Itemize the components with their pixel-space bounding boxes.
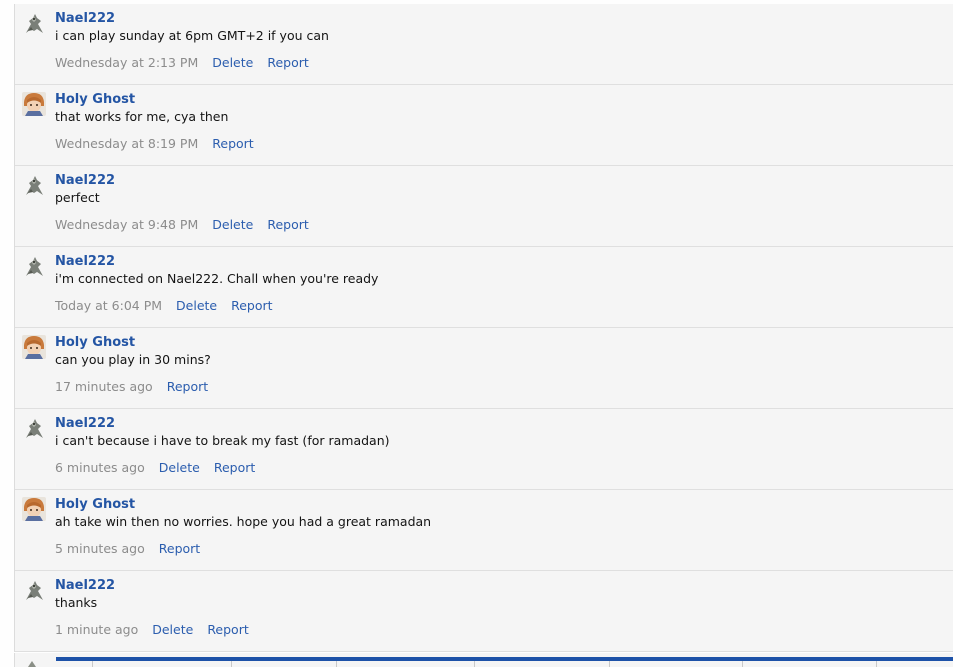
- message-text: perfect: [55, 190, 100, 205]
- message-item: Holy Ghost that works for me, cya then Wed…: [15, 85, 953, 166]
- username-link[interactable]: Nael222: [55, 11, 944, 27]
- message-timestamp[interactable]: 1 minute ago: [55, 622, 138, 637]
- message-timestamp[interactable]: 5 minutes ago: [55, 541, 145, 556]
- message-timestamp[interactable]: 17 minutes ago: [55, 379, 153, 394]
- message-timestamp[interactable]: Wednesday at 8:19 PM: [55, 136, 198, 151]
- message-item: Nael222 i'm connected on Nael222. Chall w…: [15, 247, 953, 328]
- avatar-nael222[interactable]: [22, 173, 46, 197]
- message-text: i'm connected on Nael222. Chall when you…: [55, 271, 379, 286]
- message-meta: 1 minute ago Delete Report: [55, 622, 944, 638]
- message-item: Holy Ghost can you play in 30 mins? 17 min…: [15, 328, 953, 409]
- username-link[interactable]: Nael222: [55, 578, 944, 594]
- message-item: Holy Ghost ah take win then no worries. h…: [15, 490, 953, 571]
- report-link[interactable]: Report: [231, 298, 272, 313]
- report-link[interactable]: Report: [212, 136, 253, 151]
- message-meta: 6 minutes ago Delete Report: [55, 460, 944, 476]
- avatar-nael222[interactable]: [22, 11, 46, 35]
- message-meta: Wednesday at 2:13 PM Delete Report: [55, 55, 944, 71]
- report-link[interactable]: Report: [214, 460, 255, 475]
- message-item: Nael222 thanks 1 minute ago Delete Report: [15, 571, 953, 652]
- message-text: thanks: [55, 595, 98, 610]
- message-meta: Wednesday at 9:48 PM Delete Report: [55, 217, 944, 233]
- message-timestamp[interactable]: Today at 6:04 PM: [55, 298, 162, 313]
- message-text: i can play sunday at 6pm GMT+2 if you ca…: [55, 28, 329, 43]
- message-item: Nael222 i can play sunday at 6pm GMT+2 if…: [15, 4, 953, 85]
- next-message-partial: [14, 653, 953, 667]
- username-link[interactable]: Holy Ghost: [55, 497, 944, 513]
- avatar-nael222[interactable]: [22, 578, 46, 602]
- avatar-nael222[interactable]: [22, 254, 46, 278]
- username-link[interactable]: Nael222: [55, 416, 944, 432]
- report-link[interactable]: Report: [267, 217, 308, 232]
- editor-toolbar-dividers: [56, 661, 953, 667]
- delete-link[interactable]: Delete: [152, 622, 193, 637]
- message-text: can you play in 30 mins?: [55, 352, 211, 367]
- message-item: Nael222 i can't because i have to break m…: [15, 409, 953, 490]
- avatar-holy-ghost[interactable]: [22, 92, 46, 116]
- username-link[interactable]: Holy Ghost: [55, 335, 944, 351]
- delete-link[interactable]: Delete: [176, 298, 217, 313]
- delete-link[interactable]: Delete: [212, 217, 253, 232]
- message-timestamp[interactable]: Wednesday at 2:13 PM: [55, 55, 198, 70]
- message-meta: Wednesday at 8:19 PM Report: [55, 136, 944, 152]
- message-item: Nael222 perfect Wednesday at 9:48 PM Delete…: [15, 166, 953, 247]
- delete-link[interactable]: Delete: [159, 460, 200, 475]
- message-meta: Today at 6:04 PM Delete Report: [55, 298, 944, 314]
- message-meta: 17 minutes ago Report: [55, 379, 944, 395]
- report-link[interactable]: Report: [267, 55, 308, 70]
- message-text: ah take win then no worries. hope you ha…: [55, 514, 432, 529]
- message-meta: 5 minutes ago Report: [55, 541, 944, 557]
- message-timestamp[interactable]: Wednesday at 9:48 PM: [55, 217, 198, 232]
- avatar-partial-icon: [28, 661, 36, 667]
- message-timestamp[interactable]: 6 minutes ago: [55, 460, 145, 475]
- delete-link[interactable]: Delete: [212, 55, 253, 70]
- message-list: Nael222 i can play sunday at 6pm GMT+2 if…: [14, 4, 953, 652]
- username-link[interactable]: Nael222: [55, 254, 944, 270]
- username-link[interactable]: Holy Ghost: [55, 92, 944, 108]
- report-link[interactable]: Report: [207, 622, 248, 637]
- report-link[interactable]: Report: [167, 379, 208, 394]
- avatar-nael222[interactable]: [22, 416, 46, 440]
- message-text: i can't because i have to break my fast …: [55, 433, 390, 448]
- message-text: that works for me, cya then: [55, 109, 229, 124]
- username-link[interactable]: Nael222: [55, 173, 944, 189]
- report-link[interactable]: Report: [159, 541, 200, 556]
- avatar-holy-ghost[interactable]: [22, 335, 46, 359]
- avatar-holy-ghost[interactable]: [22, 497, 46, 521]
